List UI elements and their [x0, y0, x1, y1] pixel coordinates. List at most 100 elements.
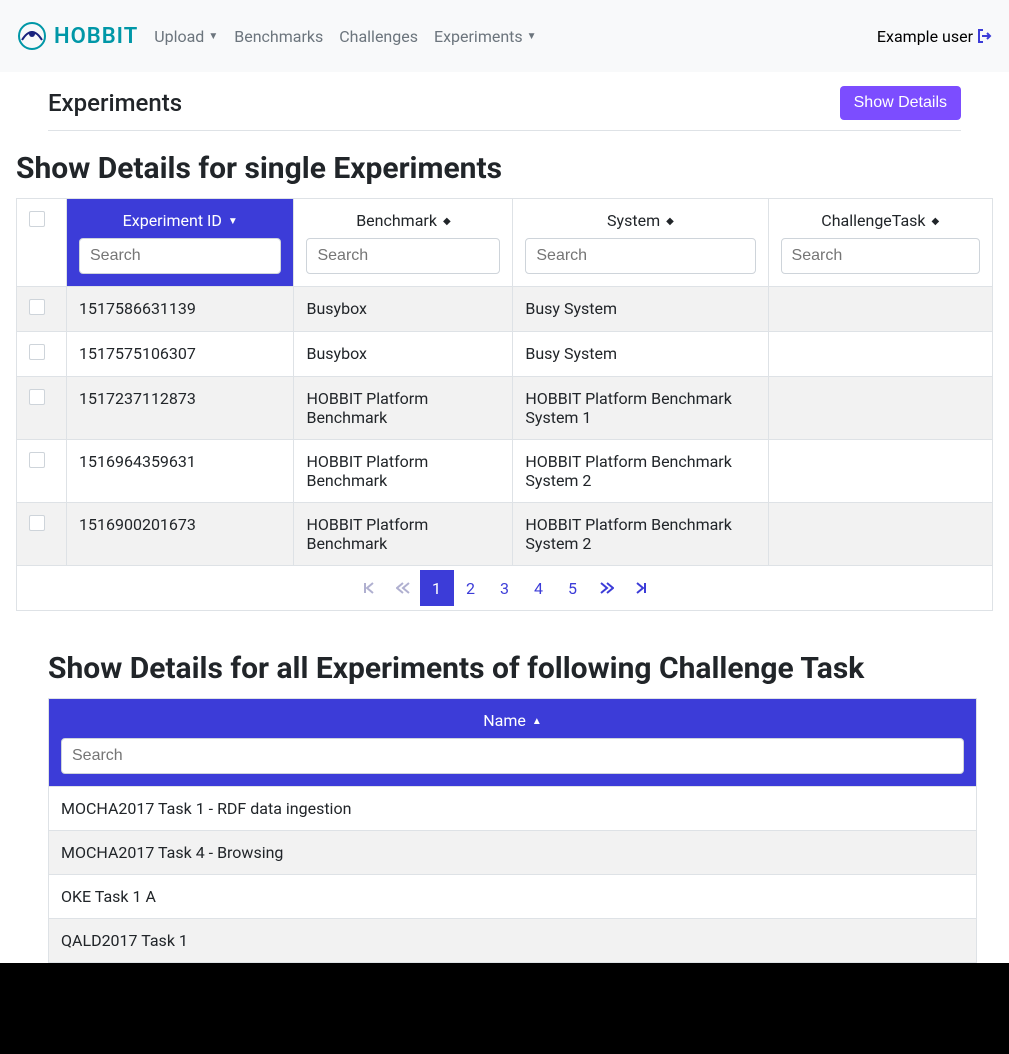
cell-name: OKE Task 1 A — [49, 875, 977, 919]
nav-experiments-label: Experiments — [434, 27, 523, 46]
chevron-down-icon: ▼ — [208, 31, 218, 42]
search-system[interactable] — [525, 238, 755, 274]
brand-text: HOBBIT — [54, 24, 138, 49]
section2: Show Details for all Experiments of foll… — [48, 651, 977, 963]
section2-title: Show Details for all Experiments of foll… — [48, 651, 977, 686]
cell-benchmark: HOBBIT Platform Benchmark — [294, 503, 513, 566]
nav-challenges[interactable]: Challenges — [339, 27, 418, 46]
search-benchmark[interactable] — [306, 238, 500, 274]
col-system-label: System — [607, 211, 660, 230]
table-row[interactable]: 1517237112873 HOBBIT Platform Benchmark … — [17, 377, 993, 440]
brand[interactable]: HOBBIT — [16, 20, 138, 52]
cell-benchmark: HOBBIT Platform Benchmark — [294, 440, 513, 503]
table-row[interactable]: 1516900201673 HOBBIT Platform Benchmark … — [17, 503, 993, 566]
nav-benchmarks[interactable]: Benchmarks — [234, 27, 323, 46]
page-prev[interactable] — [386, 570, 420, 606]
row-checkbox[interactable] — [29, 344, 45, 360]
table-row[interactable]: 1517586631139 Busybox Busy System — [17, 287, 993, 332]
col-challenge-task-label: ChallengeTask — [821, 211, 925, 230]
page-4[interactable]: 4 — [522, 570, 556, 606]
cell-challenge-task — [768, 377, 992, 440]
logout-icon — [977, 28, 993, 44]
cell-experiment-id: 1516900201673 — [67, 503, 294, 566]
page-5[interactable]: 5 — [556, 570, 590, 606]
cell-system: HOBBIT Platform Benchmark System 1 — [513, 377, 768, 440]
col-challenge-task[interactable]: ChallengeTask ◆ — [768, 199, 992, 287]
cell-challenge-task — [768, 287, 992, 332]
page-title: Experiments — [48, 89, 840, 117]
row-checkbox[interactable] — [29, 515, 45, 531]
step-backward-icon — [363, 582, 375, 594]
fast-forward-icon — [600, 582, 614, 594]
table-row[interactable]: MOCHA2017 Task 1 - RDF data ingestion — [49, 787, 977, 831]
row-checkbox-cell — [17, 377, 67, 440]
cell-system: Busy System — [513, 332, 768, 377]
cell-benchmark: HOBBIT Platform Benchmark — [294, 377, 513, 440]
col-system[interactable]: System ◆ — [513, 199, 768, 287]
cell-benchmark: Busybox — [294, 332, 513, 377]
nav-challenges-label: Challenges — [339, 27, 418, 46]
cell-challenge-task — [768, 440, 992, 503]
page-2[interactable]: 2 — [454, 570, 488, 606]
search-experiment-id[interactable] — [79, 238, 281, 274]
show-details-button[interactable]: Show Details — [840, 86, 961, 120]
challenge-task-table: Name ▲ MOCHA2017 Task 1 - RDF data inges… — [48, 698, 977, 963]
sort-desc-icon: ▼ — [228, 216, 238, 227]
page-next[interactable] — [590, 570, 624, 606]
cell-experiment-id: 1517586631139 — [67, 287, 294, 332]
cell-name: MOCHA2017 Task 1 - RDF data ingestion — [49, 787, 977, 831]
user-name: Example user — [877, 27, 973, 46]
col-experiment-id[interactable]: Experiment ID ▼ — [67, 199, 294, 287]
cell-experiment-id: 1516964359631 — [67, 440, 294, 503]
page-3[interactable]: 3 — [488, 570, 522, 606]
section1-title: Show Details for single Experiments — [16, 151, 993, 186]
nav-upload[interactable]: Upload ▼ — [154, 27, 218, 46]
row-checkbox-cell — [17, 332, 67, 377]
cell-system: Busy System — [513, 287, 768, 332]
brand-logo-icon — [16, 20, 48, 52]
col-name[interactable]: Name ▲ — [49, 699, 977, 787]
select-all-header — [17, 199, 67, 287]
sort-icon: ◆ — [666, 216, 674, 227]
row-checkbox-cell — [17, 503, 67, 566]
chevron-down-icon: ▼ — [527, 31, 537, 42]
footer-black — [0, 963, 1009, 1054]
col-benchmark[interactable]: Benchmark ◆ — [294, 199, 513, 287]
page-1[interactable]: 1 — [420, 570, 454, 606]
table-row[interactable]: QALD2017 Task 1 — [49, 919, 977, 963]
row-checkbox[interactable] — [29, 389, 45, 405]
table-row[interactable]: MOCHA2017 Task 4 - Browsing — [49, 831, 977, 875]
cell-system: HOBBIT Platform Benchmark System 2 — [513, 503, 768, 566]
experiments-table: Experiment ID ▼ Benchmark ◆ System ◆ Cha… — [16, 198, 993, 566]
col-experiment-id-label: Experiment ID — [123, 211, 222, 230]
sort-icon: ◆ — [932, 216, 940, 227]
step-forward-icon — [635, 582, 647, 594]
row-checkbox-cell — [17, 440, 67, 503]
page-last[interactable] — [624, 570, 658, 606]
page-first[interactable] — [352, 570, 386, 606]
col-benchmark-label: Benchmark — [356, 211, 437, 230]
row-checkbox[interactable] — [29, 299, 45, 315]
cell-system: HOBBIT Platform Benchmark System 2 — [513, 440, 768, 503]
nav-upload-label: Upload — [154, 27, 204, 46]
table-row[interactable]: OKE Task 1 A — [49, 875, 977, 919]
nav-benchmarks-label: Benchmarks — [234, 27, 323, 46]
cell-benchmark: Busybox — [294, 287, 513, 332]
page-header: Experiments Show Details — [0, 72, 1009, 131]
fast-backward-icon — [396, 582, 410, 594]
nav-links: Upload ▼ Benchmarks Challenges Experimen… — [154, 27, 536, 46]
table-row[interactable]: 1516964359631 HOBBIT Platform Benchmark … — [17, 440, 993, 503]
cell-experiment-id: 1517237112873 — [67, 377, 294, 440]
table-row[interactable]: 1517575106307 Busybox Busy System — [17, 332, 993, 377]
pagination: 12345 — [16, 566, 993, 611]
user-menu[interactable]: Example user — [877, 27, 993, 46]
sort-icon: ◆ — [443, 216, 451, 227]
search-challenge-task[interactable] — [781, 238, 980, 274]
row-checkbox[interactable] — [29, 452, 45, 468]
nav-experiments[interactable]: Experiments ▼ — [434, 27, 537, 46]
navbar: HOBBIT Upload ▼ Benchmarks Challenges Ex… — [0, 0, 1009, 72]
cell-name: QALD2017 Task 1 — [49, 919, 977, 963]
cell-experiment-id: 1517575106307 — [67, 332, 294, 377]
select-all-checkbox[interactable] — [29, 211, 45, 227]
search-name[interactable] — [61, 738, 964, 774]
